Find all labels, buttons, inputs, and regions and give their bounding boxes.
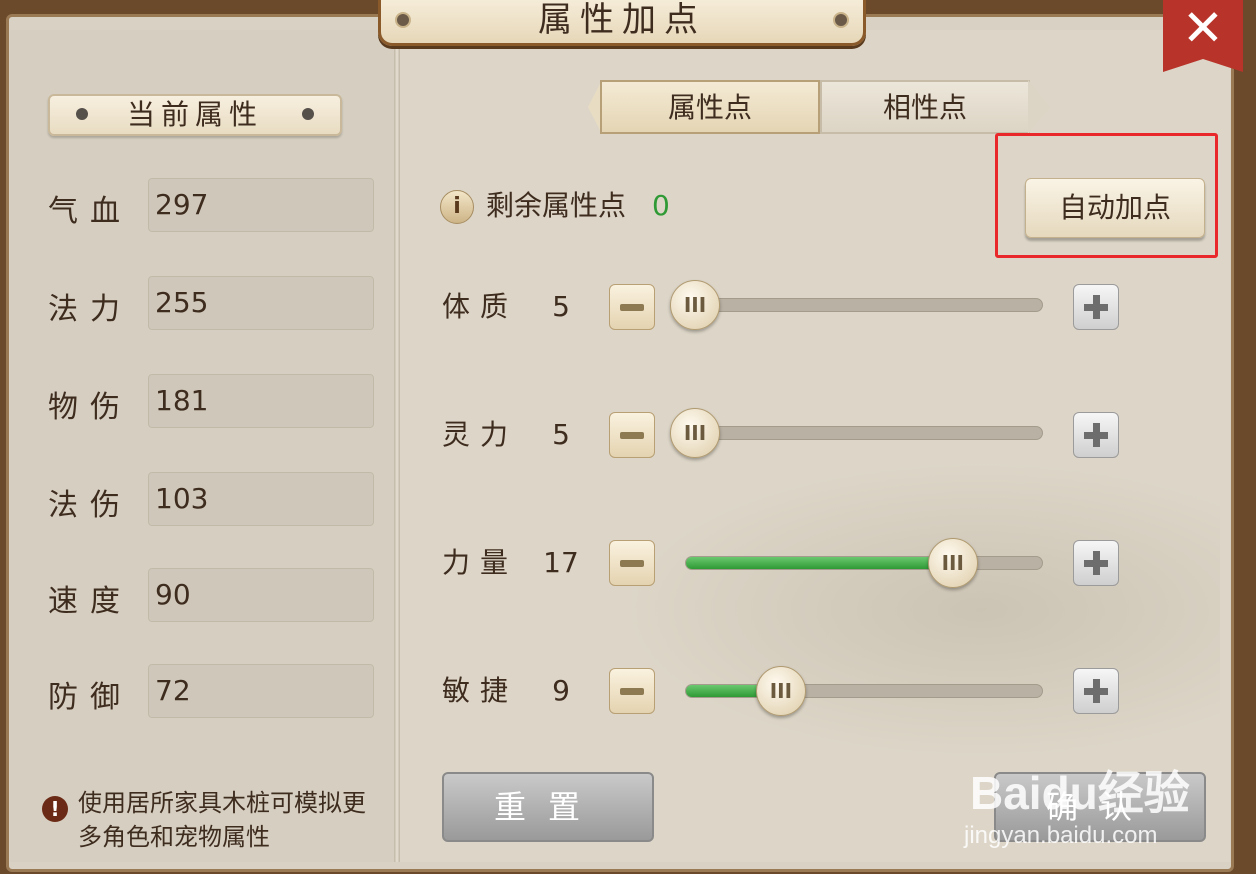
stat-value-magic-damage: 103 [148, 472, 374, 526]
stat-label-defense: 防御 [48, 680, 132, 715]
stat-label-speed: 速度 [48, 584, 132, 619]
ornament-dot [76, 108, 88, 120]
annotation-highlight-box [995, 133, 1218, 258]
decrease-constitution-button[interactable] [609, 284, 655, 330]
reset-button[interactable]: 重置 [442, 772, 654, 842]
strength-slider-fill [686, 557, 943, 569]
current-attributes-header: 当前属性 [48, 94, 342, 136]
watermark-sub: jingyan.baidu.com [964, 822, 1158, 849]
increase-agility-button[interactable] [1073, 668, 1119, 714]
decrease-strength-button[interactable] [609, 540, 655, 586]
stat-label-magic-damage: 法伤 [48, 488, 132, 523]
ornament-dot [302, 108, 314, 120]
attr-value-spirit: 5 [552, 418, 570, 451]
stat-value-mp: 255 [148, 276, 374, 330]
window-title: 属性加点 [538, 0, 706, 40]
close-icon[interactable]: ✕ [1163, 0, 1243, 60]
remaining-points-label: 剩余属性点 [486, 189, 627, 222]
increase-strength-button[interactable] [1073, 540, 1119, 586]
increase-constitution-button[interactable] [1073, 284, 1119, 330]
stat-value-defense: 72 [148, 664, 374, 718]
attr-value-constitution: 5 [552, 290, 570, 323]
ornament-dot [833, 12, 849, 28]
attr-value-strength: 17 [543, 546, 579, 579]
baidu-watermark: Baidu经验 jingyan.baidu.com [960, 740, 1200, 850]
tip-text: 使用居所家具木桩可模拟更多角色和宠物属性 [78, 789, 366, 851]
tab-attribute-points[interactable]: 属性点 [600, 80, 820, 134]
stat-value-speed: 90 [148, 568, 374, 622]
agility-slider[interactable] [685, 684, 1043, 698]
watermark-main: Baidu经验 [970, 767, 1190, 819]
landscape-background [620, 460, 1220, 760]
title-plate: 属性加点 [378, 0, 866, 46]
decrease-agility-button[interactable] [609, 668, 655, 714]
warning-icon: ! [42, 796, 68, 822]
remaining-points-value: 0 [652, 189, 670, 222]
info-icon[interactable]: i [440, 190, 474, 224]
strength-slider-knob[interactable]: III [927, 538, 978, 588]
stat-value-hp: 297 [148, 178, 374, 232]
spirit-slider[interactable] [685, 426, 1043, 440]
spirit-slider-knob[interactable]: III [670, 408, 720, 458]
increase-spirit-button[interactable] [1073, 412, 1119, 458]
attr-value-agility: 9 [552, 674, 570, 707]
stat-label-mp: 法力 [48, 292, 132, 327]
constitution-slider[interactable] [685, 298, 1043, 312]
decrease-spirit-button[interactable] [609, 412, 655, 458]
stat-label-hp: 气血 [48, 194, 132, 229]
stat-label-physical-damage: 物伤 [48, 390, 132, 425]
constitution-slider-knob[interactable]: III [670, 280, 720, 330]
current-attributes-panel [10, 30, 394, 862]
current-attributes-title: 当前属性 [126, 98, 263, 131]
strength-slider[interactable] [685, 556, 1043, 570]
agility-slider-knob[interactable]: III [755, 666, 806, 716]
tab-affinity-points[interactable]: 相性点 [820, 80, 1030, 134]
stat-value-physical-damage: 181 [148, 374, 374, 428]
